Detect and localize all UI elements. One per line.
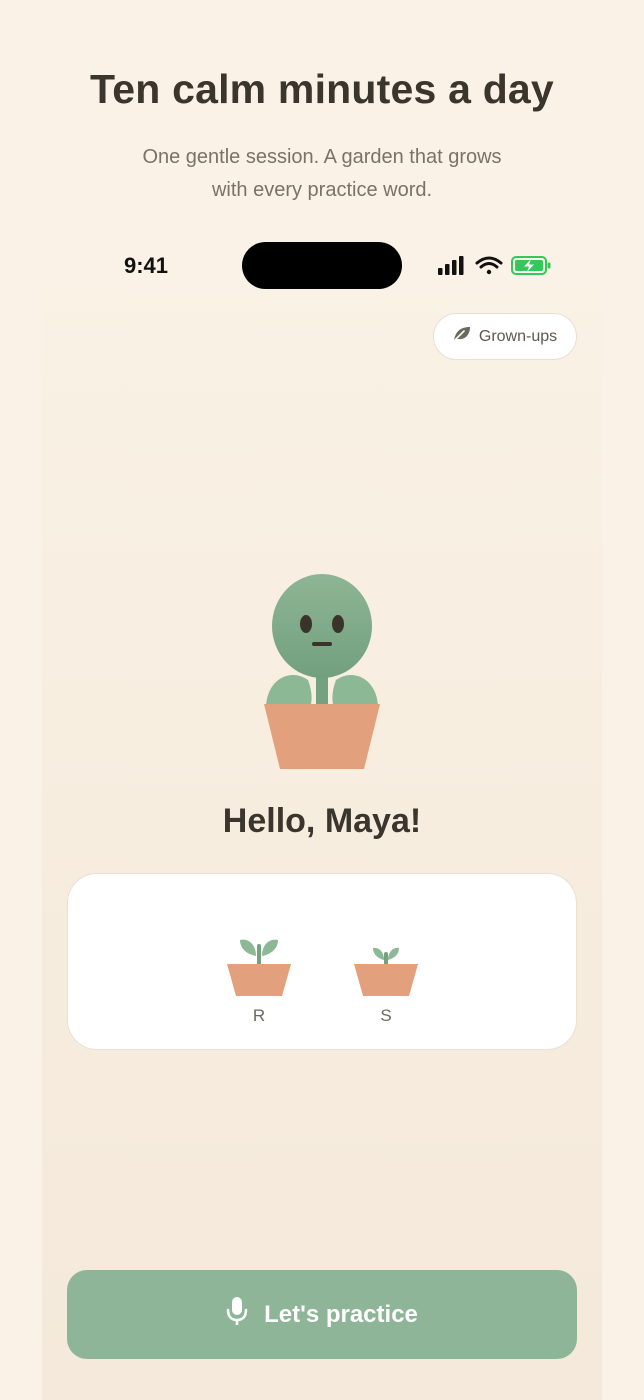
sprout-item-s[interactable]: S bbox=[351, 930, 421, 1026]
sprout-label: R bbox=[252, 1006, 266, 1025]
sprout-pot-icon bbox=[351, 930, 421, 996]
phone-screen: 9:41 Grown-ups Hello, Maya! R S Let's pr… bbox=[42, 230, 602, 1400]
grown-ups-label: Grown-ups bbox=[478, 327, 558, 345]
sprout-pot-icon bbox=[224, 930, 294, 996]
lets-practice-label: Let's practice bbox=[264, 1300, 418, 1328]
status-icons bbox=[438, 254, 554, 278]
sprout-progress-card: R S bbox=[67, 873, 577, 1050]
sprout-item-r[interactable]: R bbox=[224, 930, 294, 1026]
battery-charging-icon bbox=[511, 256, 551, 275]
subtitle-line-2: with every practice word. bbox=[211, 179, 433, 201]
cellular-signal-icon bbox=[438, 256, 464, 275]
greeting: Hello, Maya! bbox=[222, 802, 422, 840]
wifi-icon bbox=[475, 256, 503, 275]
potted-plant-mascot bbox=[260, 572, 384, 774]
dynamic-island bbox=[242, 242, 402, 289]
lets-practice-button[interactable]: Let's practice bbox=[67, 1270, 577, 1359]
marketing-headline: Ten calm minutes a day bbox=[90, 66, 554, 112]
microphone-icon bbox=[226, 1296, 248, 1333]
leaf-icon bbox=[453, 326, 471, 347]
status-time: 9:41 bbox=[124, 253, 169, 278]
marketing-subtitle: One gentle session. A garden that grows … bbox=[0, 141, 644, 207]
grown-ups-button[interactable]: Grown-ups bbox=[433, 313, 577, 360]
subtitle-line-1: One gentle session. A garden that grows bbox=[142, 146, 502, 168]
sprout-label: S bbox=[380, 1006, 392, 1025]
